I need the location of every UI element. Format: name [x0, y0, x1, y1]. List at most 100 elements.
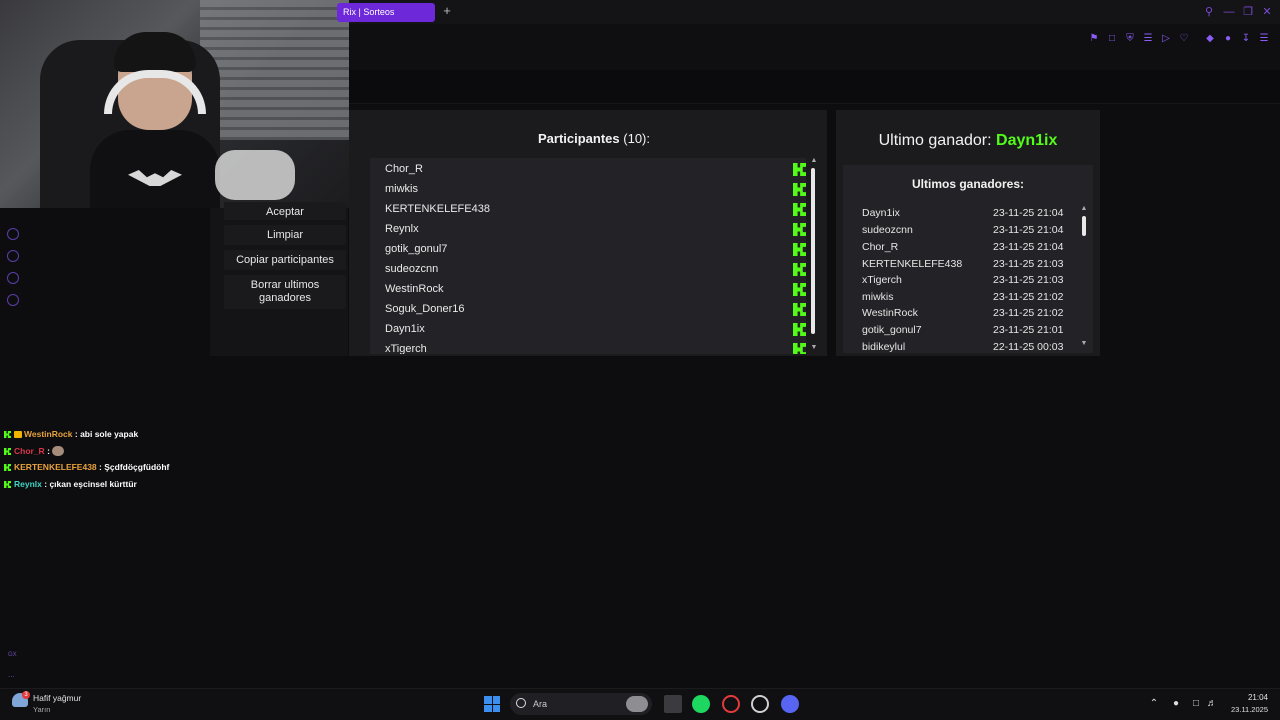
- heart-icon[interactable]: ♡: [1177, 32, 1191, 46]
- snapshot-icon[interactable]: □: [1105, 32, 1119, 46]
- list-item[interactable]: WestinRock: [385, 279, 806, 299]
- search-icon: [516, 698, 526, 708]
- extensions-icon[interactable]: ◆: [1203, 32, 1217, 46]
- list-item[interactable]: Soguk_Doner16: [385, 299, 806, 319]
- page-subbar: [349, 70, 1280, 104]
- list-item[interactable]: miwkis: [385, 179, 806, 199]
- history-icon[interactable]: [7, 228, 19, 240]
- last-winner-title: Ultimo ganador: Dayn1ix: [878, 132, 1058, 149]
- participants-scrollbar[interactable]: ▲ ▼: [810, 157, 818, 354]
- play-icon[interactable]: ▷: [1159, 32, 1173, 46]
- discord-icon[interactable]: [781, 695, 799, 713]
- gx-label[interactable]: GX: [8, 652, 17, 658]
- scroll-thumb[interactable]: [1082, 216, 1086, 236]
- download-icon[interactable]: ↧: [1239, 32, 1253, 46]
- accept-button[interactable]: Aceptar: [224, 202, 346, 220]
- kick-icon: [4, 481, 11, 488]
- clock-time[interactable]: 21:04: [1222, 693, 1268, 702]
- kick-icon: [4, 448, 11, 455]
- new-tab-button[interactable]: +: [440, 4, 454, 18]
- start-button[interactable]: [484, 696, 500, 712]
- weather-label[interactable]: Hafif yağmur: [33, 693, 81, 703]
- kick-icon: [793, 223, 806, 236]
- shield-icon[interactable]: ⛨: [1123, 32, 1137, 46]
- winners-scrollbar[interactable]: ▲ ▼: [1080, 205, 1088, 352]
- kick-icon: [793, 303, 806, 316]
- clear-button[interactable]: Limpiar: [224, 225, 346, 245]
- settings-icon[interactable]: [7, 294, 19, 306]
- table-row: gotik_gonul7 23-11-25 21:01: [862, 324, 1064, 336]
- table-row: KERTENKELEFE438 23-11-25 21:03: [862, 258, 1064, 270]
- spotify-icon[interactable]: [692, 695, 710, 713]
- speaker-icon[interactable]: ♬: [1206, 698, 1218, 710]
- participants-list[interactable]: Chor_R miwkis KERTENKELEFE438 Reynlx got…: [370, 158, 806, 354]
- scroll-up-icon[interactable]: ▲: [1080, 205, 1088, 212]
- scroll-thumb[interactable]: [811, 168, 815, 334]
- table-row: sudeozcnn 23-11-25 21:04: [862, 224, 1064, 236]
- table-row: WestinRock 23-11-25 21:02: [862, 307, 1064, 319]
- scroll-down-icon[interactable]: ▼: [1080, 340, 1088, 347]
- scroll-up-icon[interactable]: ▲: [810, 157, 818, 164]
- share-icon[interactable]: [7, 272, 19, 284]
- kick-icon: [793, 263, 806, 276]
- clock-date[interactable]: 23.11.2025: [1222, 705, 1268, 714]
- kick-icon: [793, 243, 806, 256]
- list-item[interactable]: KERTENKELEFE438: [385, 199, 806, 219]
- pin-icon[interactable]: ⚑: [1087, 32, 1101, 46]
- kick-icon: [793, 343, 806, 354]
- weather-sublabel: Yarın: [33, 705, 51, 714]
- emote-icon: [52, 446, 65, 456]
- weather-badge: 3: [22, 691, 30, 699]
- search-placeholder: Ara: [533, 699, 548, 709]
- close-icon[interactable]: ✕: [1260, 5, 1274, 19]
- clear-winners-button[interactable]: Borrar ultimos ganadores: [224, 275, 346, 309]
- microphone-icon[interactable]: ●: [1170, 698, 1182, 710]
- clock-icon[interactable]: [7, 250, 19, 262]
- kick-icon: [793, 203, 806, 216]
- chat-message: KERTENKELEFE438 : Şçdfdöçgfüdöhf: [4, 461, 169, 473]
- table-row: Chor_R 23-11-25 21:04: [862, 241, 1064, 253]
- tab-active[interactable]: Rix | Sorteos: [337, 3, 435, 22]
- badge-icon: [14, 431, 22, 438]
- list-item[interactable]: gotik_gonul7: [385, 239, 806, 259]
- copy-participants-button[interactable]: Copiar participantes: [224, 250, 346, 270]
- tab-bar: [349, 0, 1280, 24]
- more-icon[interactable]: ...: [8, 670, 15, 679]
- list-item[interactable]: xTigerch: [385, 339, 806, 354]
- kick-icon: [793, 163, 806, 176]
- chevron-up-icon[interactable]: ⌃: [1148, 698, 1160, 710]
- monitor-icon[interactable]: □: [1190, 698, 1202, 710]
- kick-icon: [793, 323, 806, 336]
- chat-message: Chor_R :: [4, 445, 65, 457]
- scroll-down-icon[interactable]: ▼: [810, 344, 818, 351]
- webcam-overlay: [0, 0, 349, 208]
- task-view-icon[interactable]: [664, 695, 682, 713]
- translate-icon[interactable]: ☰: [1141, 32, 1155, 46]
- table-row: bidikeylul 22-11-25 00:03: [862, 341, 1064, 353]
- list-item[interactable]: Chor_R: [385, 159, 806, 179]
- kick-icon: [4, 464, 11, 471]
- kick-icon: [793, 283, 806, 296]
- steam-icon[interactable]: [751, 695, 769, 713]
- kick-icon: [793, 183, 806, 196]
- opera-gx-icon[interactable]: [722, 695, 740, 713]
- menu-icon[interactable]: ☰: [1257, 32, 1271, 46]
- minimize-icon[interactable]: —: [1222, 5, 1236, 19]
- winners-list[interactable]: Dayn1ix 23-11-25 21:04 sudeozcnn 23-11-25 …: [843, 165, 1093, 353]
- profile-icon[interactable]: ●: [1221, 32, 1235, 46]
- kick-icon: [4, 431, 11, 438]
- table-row: xTigerch 23-11-25 21:03: [862, 274, 1064, 286]
- participants-title: Participantes (10):: [537, 131, 650, 146]
- list-item[interactable]: Dayn1ix: [385, 319, 806, 339]
- controls-panel: Aceptar Limpiar Copiar participantes Bor…: [210, 202, 348, 356]
- search-tabs-icon[interactable]: ⚲: [1202, 5, 1216, 19]
- table-row: Dayn1ix 23-11-25 21:04: [862, 207, 1064, 219]
- list-item[interactable]: Reynlx: [385, 219, 806, 239]
- chat-message: Reynlx : çıkan eşcinsel kürttür: [4, 478, 137, 490]
- chat-message: WestinRock : abi sole yapak: [4, 428, 138, 440]
- list-item[interactable]: sudeozcnn: [385, 259, 806, 279]
- table-row: miwkis 23-11-25 21:02: [862, 291, 1064, 303]
- search-highlight-icon: [626, 696, 648, 712]
- restore-icon[interactable]: ❐: [1241, 5, 1255, 19]
- winners-list-title: Ultimos ganadores:: [911, 177, 1025, 191]
